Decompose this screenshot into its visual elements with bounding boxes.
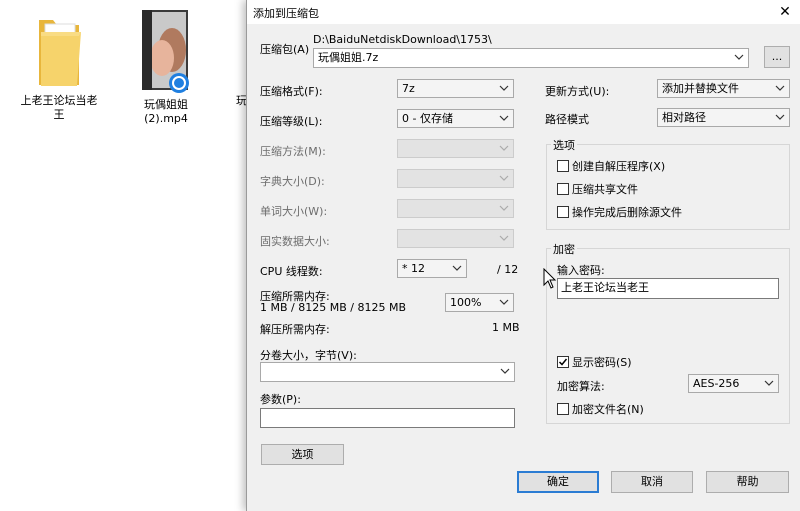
add-to-archive-dialog: 添加到压缩包 ✕ 压缩包(A) D:\BaiduNetdiskDownload\… <box>246 0 800 511</box>
desktop-item-label: 玩偶姐姐 (2).mp4 <box>144 98 188 125</box>
chevron-down-icon <box>498 294 510 311</box>
password-label: 输入密码: <box>557 264 605 277</box>
solid-block-label: 固实数据大小: <box>260 235 330 248</box>
help-button[interactable]: 帮助 <box>706 471 789 493</box>
chevron-down-icon <box>499 363 511 380</box>
dictionary-select <box>397 169 514 188</box>
show-password-checkbox[interactable]: 显示密码(S) <box>557 354 632 370</box>
format-select[interactable]: 7z <box>397 79 514 98</box>
cpu-threads-select[interactable]: * 12 <box>397 259 467 278</box>
update-mode-value: 添加并替换文件 <box>662 82 739 95</box>
decompress-memory-label: 解压所需内存: <box>260 323 330 336</box>
encrypt-filenames-checkbox[interactable]: 加密文件名(N) <box>557 401 644 417</box>
chevron-down-icon <box>498 140 510 157</box>
level-value: 0 - 仅存储 <box>402 112 453 125</box>
decompress-memory-value: 1 MB <box>492 321 520 334</box>
options-group-title: 选项 <box>551 137 577 153</box>
cancel-button[interactable]: 取消 <box>611 471 693 493</box>
cpu-threads-total: / 12 <box>497 263 519 276</box>
desktop-item-label: 玩 <box>236 94 246 107</box>
level-select[interactable]: 0 - 仅存储 <box>397 109 514 128</box>
encryption-group-title: 加密 <box>551 241 577 257</box>
path-mode-value: 相对路径 <box>662 111 706 124</box>
level-label: 压缩等级(L): <box>260 115 323 128</box>
checkbox-icon <box>557 160 569 172</box>
format-value: 7z <box>402 82 415 95</box>
archive-name-value: 玩偶姐姐.7z <box>318 51 379 64</box>
chevron-down-icon <box>774 80 786 97</box>
update-mode-label: 更新方式(U): <box>545 85 610 98</box>
cpu-threads-value: * 12 <box>402 262 425 275</box>
desktop-folder-item[interactable]: 上老王论坛当老 王 <box>14 14 104 122</box>
chevron-down-icon <box>763 375 775 392</box>
folder-icon <box>31 14 87 90</box>
desktop-item-label: 上老王论坛当老 王 <box>20 94 98 121</box>
encrypt-filenames-label: 加密文件名(N) <box>572 403 644 416</box>
password-input[interactable]: 上老王论坛当老王 <box>557 278 779 299</box>
chevron-down-icon <box>498 80 510 97</box>
shared-files-checkbox-label: 压缩共享文件 <box>572 183 638 196</box>
chevron-down-icon <box>498 200 510 217</box>
method-select <box>397 139 514 158</box>
archive-label: 压缩包(A) <box>260 43 310 56</box>
dictionary-label: 字典大小(D): <box>260 175 325 188</box>
volume-size-label: 分卷大小，字节(V): <box>260 349 357 362</box>
shared-files-checkbox[interactable]: 压缩共享文件 <box>557 181 638 197</box>
close-icon[interactable]: ✕ <box>775 2 795 22</box>
encryption-method-select[interactable]: AES-256 <box>688 374 779 393</box>
word-size-select <box>397 199 514 218</box>
memory-percent-select[interactable]: 100% <box>445 293 514 312</box>
browse-button[interactable]: ... <box>764 46 790 68</box>
encryption-method-label: 加密算法: <box>557 380 605 393</box>
volume-size-combo[interactable] <box>260 362 515 382</box>
solid-block-select <box>397 229 514 248</box>
method-label: 压缩方法(M): <box>260 145 326 158</box>
show-password-label: 显示密码(S) <box>572 356 632 369</box>
parameters-label: 参数(P): <box>260 393 301 406</box>
desktop-video-item[interactable]: 玩偶姐姐 (2).mp4 <box>124 10 208 126</box>
dialog-title: 添加到压缩包 <box>253 7 319 20</box>
delete-source-checkbox[interactable]: 操作完成后删除源文件 <box>557 204 682 220</box>
path-mode-select[interactable]: 相对路径 <box>657 108 790 127</box>
text-cursor-icon <box>543 267 557 293</box>
checkbox-icon <box>557 403 569 415</box>
sfx-checkbox[interactable]: 创建自解压程序(X) <box>557 158 665 174</box>
ok-button[interactable]: 确定 <box>517 471 599 493</box>
compress-memory-value: 1 MB / 8125 MB / 8125 MB <box>260 301 406 314</box>
chevron-down-icon <box>498 110 510 127</box>
delete-source-checkbox-label: 操作完成后删除源文件 <box>572 206 682 219</box>
chevron-down-icon <box>498 230 510 247</box>
dialog-titlebar[interactable]: 添加到压缩包 ✕ <box>247 0 800 24</box>
desktop-partial-item[interactable]: 玩 <box>236 94 246 108</box>
encryption-method-value: AES-256 <box>693 377 740 390</box>
word-size-label: 单词大小(W): <box>260 205 328 218</box>
options-button[interactable]: 选项 <box>261 444 344 465</box>
video-file-icon <box>142 10 190 94</box>
archive-path: D:\BaiduNetdiskDownload\1753\ <box>313 33 492 46</box>
checkbox-checked-icon <box>557 356 569 368</box>
sfx-checkbox-label: 创建自解压程序(X) <box>572 160 666 173</box>
archive-name-combo[interactable]: 玩偶姐姐.7z <box>313 48 749 68</box>
checkbox-icon <box>557 206 569 218</box>
cpu-threads-label: CPU 线程数: <box>260 265 323 278</box>
chevron-down-icon <box>451 260 463 277</box>
path-mode-label: 路径模式 <box>545 113 589 126</box>
chevron-down-icon <box>774 109 786 126</box>
parameters-input[interactable] <box>260 408 515 428</box>
checkbox-icon <box>557 183 569 195</box>
format-label: 压缩格式(F): <box>260 85 323 98</box>
update-mode-select[interactable]: 添加并替换文件 <box>657 79 790 98</box>
memory-percent-value: 100% <box>450 296 482 309</box>
chevron-down-icon <box>733 49 745 66</box>
chevron-down-icon <box>498 170 510 187</box>
